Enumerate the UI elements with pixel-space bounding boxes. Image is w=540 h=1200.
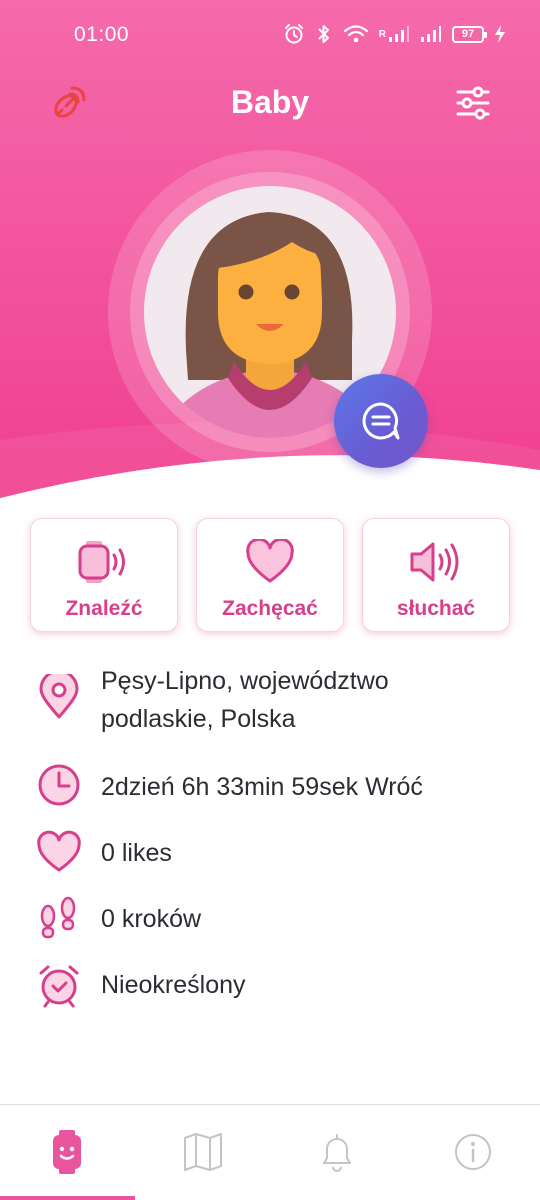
nav-bell-icon[interactable]	[314, 1129, 360, 1175]
encourage-button[interactable]: Zachęcać	[196, 518, 344, 632]
alarm-status-icon	[284, 24, 303, 44]
signal-status-icon-2	[421, 26, 441, 42]
alarm-text: Nieokreślony	[101, 971, 246, 999]
alarm-clock-icon	[39, 965, 79, 1008]
signal-status-icon	[389, 26, 409, 42]
location-pin-icon	[39, 674, 79, 719]
action-cards: Znaleźć Zachęcać słuchać	[30, 518, 510, 634]
status-time: 01:00	[74, 23, 130, 46]
nav-info-icon[interactable]	[450, 1129, 496, 1175]
chat-bubble-icon	[362, 402, 400, 440]
roaming-mark: R	[378, 28, 386, 40]
bottom-nav	[0, 1104, 540, 1200]
find-button[interactable]: Znaleźć	[30, 518, 178, 632]
sliders-icon[interactable]	[452, 82, 494, 124]
time-text: 2dzień 6h 33min 59sek Wróć	[101, 773, 423, 801]
wifi-status-icon	[343, 25, 368, 43]
listen-button[interactable]: słuchać	[362, 518, 510, 632]
battery-indicator: 97	[452, 25, 487, 43]
likes-text: 0 likes	[101, 839, 172, 867]
heart-icon	[197, 539, 343, 585]
heart-outline-icon	[37, 830, 81, 872]
bluetooth-status-icon	[318, 25, 329, 43]
watch-ring-icon	[31, 539, 177, 585]
listen-label: słuchać	[396, 597, 476, 620]
steps-text: 0 kroków	[101, 905, 202, 933]
status-icons: R 97	[283, 20, 506, 48]
encourage-label: Zachęcać	[222, 597, 318, 620]
active-tab-indicator	[0, 1196, 135, 1200]
clock-icon	[38, 764, 80, 806]
speaker-icon	[363, 539, 509, 585]
profile-header: 01:00 R 97 Baby	[0, 0, 540, 500]
find-label: Znaleźć	[65, 597, 143, 620]
nav-map-icon[interactable]	[180, 1129, 226, 1175]
nav-watch-icon[interactable]	[44, 1129, 90, 1175]
chat-button[interactable]	[334, 374, 428, 468]
status-bar: 01:00 R 97	[0, 0, 540, 62]
top-bar: Baby	[0, 62, 540, 142]
footsteps-icon	[40, 896, 76, 939]
charging-icon	[495, 25, 505, 43]
location-text: Pęsy-Lipno, województwo podlaskie, Polsk…	[101, 667, 389, 733]
